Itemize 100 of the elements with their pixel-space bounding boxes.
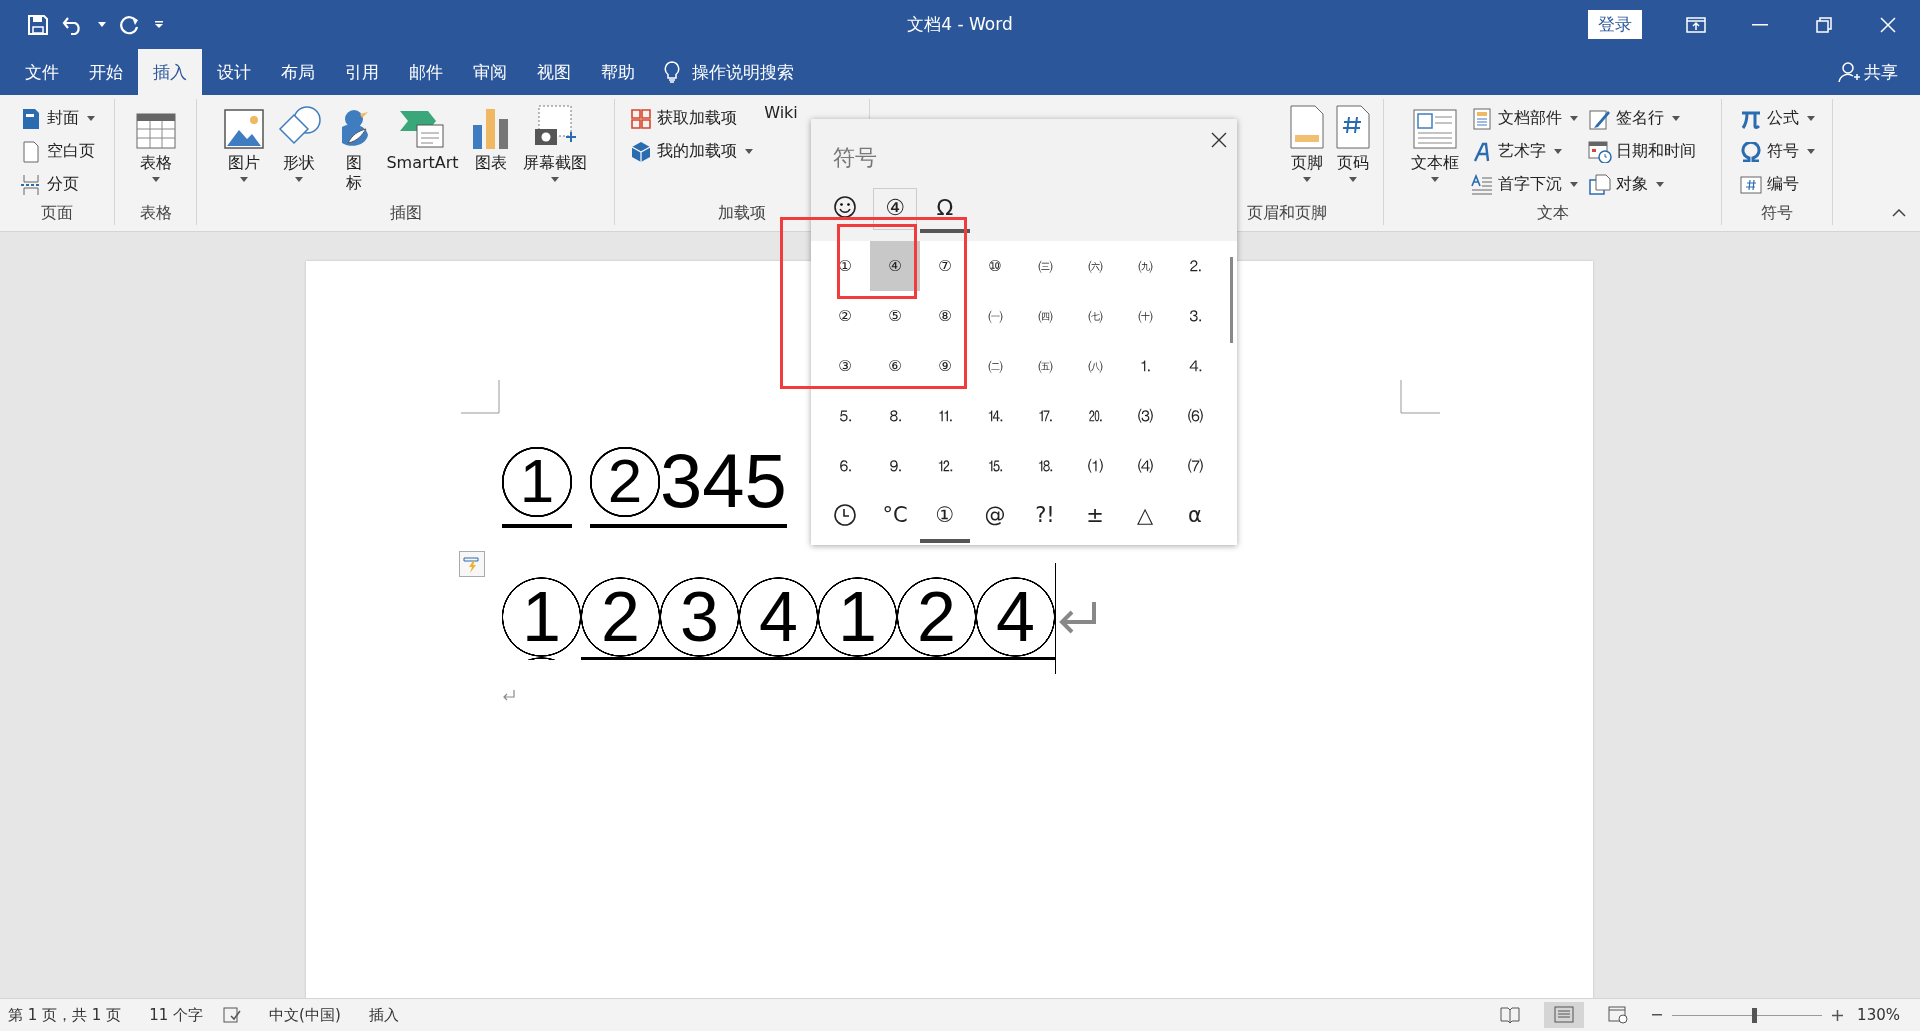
menu-tab[interactable]: 视图 <box>522 49 586 95</box>
symbol-cell[interactable]: ⒖ <box>970 441 1020 491</box>
symbol-cell[interactable]: ㈠ <box>970 291 1020 341</box>
symbol-cell[interactable]: ㈩ <box>1120 291 1170 341</box>
symbol-cell[interactable]: ⑩ <box>970 241 1020 291</box>
ribbon-button[interactable]: 对象 <box>1583 168 1700 201</box>
symbol-cell[interactable]: ㈧ <box>1070 341 1120 391</box>
symbol-cell[interactable]: ㈨ <box>1120 241 1170 291</box>
redo-icon[interactable] <box>120 14 140 35</box>
symbol-category-tab[interactable]: △ <box>1120 491 1170 543</box>
ribbon-button[interactable]: 获取加载项 <box>625 102 757 135</box>
ribbon-button[interactable]: 图表 <box>465 99 516 201</box>
symbol-cell[interactable]: ⑦ <box>920 241 970 291</box>
symbol-cell[interactable]: ④ <box>870 241 920 291</box>
symbol-cell[interactable]: ⒈ <box>1120 341 1170 391</box>
menu-tab[interactable]: 文件 <box>10 49 74 95</box>
ribbon-button[interactable]: 文档部件 <box>1465 102 1582 135</box>
restore-icon[interactable] <box>1816 16 1832 33</box>
ribbon-button[interactable]: 日期和时间 <box>1583 135 1700 168</box>
symbol-category-tab[interactable]: ④ <box>870 185 920 233</box>
ribbon-button[interactable]: 符号 <box>1735 135 1819 168</box>
ribbon-button[interactable]: 首字下沉 <box>1465 168 1582 201</box>
symbol-cell[interactable]: ⒍ <box>820 441 870 491</box>
symbol-cell[interactable]: ⑹ <box>1170 391 1220 441</box>
close-icon[interactable] <box>1211 132 1227 148</box>
ribbon-button[interactable]: 图标 <box>329 99 380 201</box>
ribbon-button[interactable]: 编号 <box>1735 168 1819 201</box>
ribbon-display-icon[interactable] <box>1686 16 1706 33</box>
menu-tab[interactable]: 引用 <box>330 49 394 95</box>
symbol-cell[interactable]: ㈦ <box>1070 291 1120 341</box>
customize-icon[interactable] <box>154 20 164 29</box>
menu-tab[interactable]: 邮件 <box>394 49 458 95</box>
menu-tab[interactable]: 开始 <box>74 49 138 95</box>
ribbon-button[interactable]: 艺术字 <box>1465 135 1582 168</box>
share-button[interactable]: 共享 <box>1838 49 1898 95</box>
ribbon-button[interactable]: 公式 <box>1735 102 1819 135</box>
menu-tab[interactable]: 设计 <box>202 49 266 95</box>
view-button[interactable] <box>1544 1002 1585 1028</box>
ribbon-button[interactable]: 分页 <box>15 168 99 201</box>
minimize-icon[interactable] <box>1752 23 1768 26</box>
symbol-cell[interactable]: ⒉ <box>1170 241 1220 291</box>
symbol-cell[interactable]: ⑶ <box>1120 391 1170 441</box>
menu-tab[interactable]: 审阅 <box>458 49 522 95</box>
symbol-cell[interactable]: ㈣ <box>1020 291 1070 341</box>
symbol-cell[interactable]: ⒓ <box>920 441 970 491</box>
input-mode[interactable]: 插入 <box>368 1005 399 1025</box>
symbol-cell[interactable]: ⑷ <box>1120 441 1170 491</box>
ribbon-button[interactable]: 表格 <box>130 99 181 201</box>
symbol-cell[interactable]: ⒐ <box>870 441 920 491</box>
ribbon-button[interactable]: 页码 <box>1331 99 1375 201</box>
symbol-cell[interactable]: ⒒ <box>920 391 970 441</box>
language[interactable]: 中文(中国) <box>269 1005 341 1025</box>
symbol-cell[interactable]: ⒙ <box>1020 441 1070 491</box>
sign-in-button[interactable]: 登录 <box>1588 10 1642 39</box>
symbol-cell[interactable]: ㈥ <box>1070 241 1120 291</box>
symbol-cell[interactable]: ⑤ <box>870 291 920 341</box>
scrollbar[interactable] <box>1230 257 1233 343</box>
symbol-cell[interactable]: ⑴ <box>1070 441 1120 491</box>
symbol-cell[interactable]: ⒌ <box>820 391 870 441</box>
symbol-category-tab[interactable]: @ <box>970 491 1020 543</box>
ribbon-button[interactable]: 图片 <box>219 99 270 201</box>
ribbon-button[interactable]: 空白页 <box>15 135 99 168</box>
menu-tab[interactable]: 插入 <box>138 49 202 95</box>
symbol-category-tab[interactable]: ① <box>920 491 970 543</box>
ribbon-button[interactable]: Wiki <box>759 99 803 201</box>
ribbon-button[interactable]: 屏幕截图 <box>517 99 592 201</box>
symbol-cell[interactable]: ⒏ <box>870 391 920 441</box>
symbol-cell[interactable]: ⑨ <box>920 341 970 391</box>
symbol-cell[interactable]: ⒘ <box>1020 391 1070 441</box>
symbol-cell[interactable]: ⑥ <box>870 341 920 391</box>
symbol-cell[interactable]: ② <box>820 291 870 341</box>
menu-tab[interactable]: 布局 <box>266 49 330 95</box>
slider-thumb[interactable] <box>1751 1007 1757 1023</box>
symbol-cell[interactable]: ⑺ <box>1170 441 1220 491</box>
symbol-category-tab[interactable]: α <box>1170 491 1220 543</box>
zoom-in-icon[interactable] <box>1832 1009 1844 1021</box>
save-icon[interactable] <box>28 14 48 35</box>
symbol-cell[interactable]: ⒛ <box>1070 391 1120 441</box>
symbol-cell[interactable]: ⒊ <box>1170 291 1220 341</box>
symbol-cell[interactable]: ⑧ <box>920 291 970 341</box>
symbol-cell[interactable]: ⒕ <box>970 391 1020 441</box>
menu-tab[interactable]: 帮助 <box>586 49 650 95</box>
symbol-cell[interactable]: ㈤ <box>1020 341 1070 391</box>
search-hint[interactable]: 操作说明搜索 <box>692 60 794 84</box>
ribbon-button[interactable]: 页脚 <box>1285 99 1329 201</box>
symbol-cell[interactable]: ⒋ <box>1170 341 1220 391</box>
ribbon-button[interactable]: 形状 <box>271 99 328 201</box>
ribbon-button[interactable]: 签名行 <box>1583 102 1700 135</box>
ribbon-button[interactable]: 封面 <box>15 102 99 135</box>
proofing-icon[interactable] <box>223 1007 242 1023</box>
symbol-cell[interactable]: ③ <box>820 341 870 391</box>
symbol-category-tab[interactable]: °C <box>870 491 920 543</box>
collapse-icon[interactable] <box>1892 209 1906 217</box>
symbol-category-tab[interactable]: ± <box>1070 491 1120 543</box>
zoom-level[interactable]: 130% <box>1857 1006 1900 1024</box>
caret-icon[interactable] <box>98 22 106 27</box>
symbol-cell[interactable]: ㈡ <box>970 341 1020 391</box>
ribbon-button[interactable]: 文本框 <box>1405 99 1464 201</box>
symbol-category-tab[interactable]: ?! <box>1020 491 1070 543</box>
ribbon-button[interactable]: 我的加载项 <box>625 135 757 168</box>
